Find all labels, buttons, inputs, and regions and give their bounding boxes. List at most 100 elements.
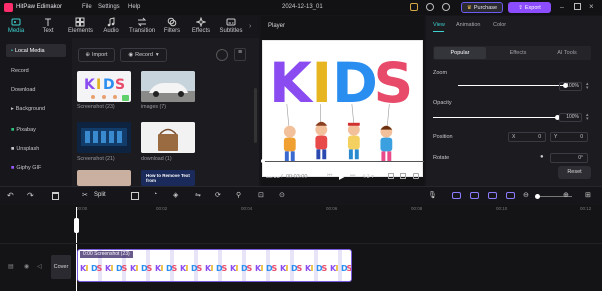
sidebar-item-record[interactable]: Record [6, 64, 66, 77]
delete-icon[interactable] [52, 192, 59, 200]
mirror-icon[interactable]: ⇋ [195, 191, 201, 199]
step-forward-icon[interactable]: ⏭ [350, 173, 355, 180]
opacity-stepper[interactable]: ▴ ▾ [586, 113, 589, 122]
tab-effects[interactable]: Effects [189, 16, 213, 38]
position-x-input[interactable]: X0 [508, 132, 546, 142]
media-scrollbar[interactable] [254, 88, 257, 143]
rotate-tool-icon[interactable]: ⟳ [215, 191, 221, 199]
ruler-label: 00:02 [156, 206, 168, 211]
subtab-popular[interactable]: Popular [434, 47, 486, 59]
media-thumb-partial[interactable]: How to Remove Text from [141, 170, 195, 186]
zoom-in-icon[interactable]: ⊕ [563, 191, 569, 199]
sidebar-item-pixabay[interactable]: ■ Pixabay [6, 123, 66, 136]
redo-icon[interactable]: ↷ [27, 191, 34, 200]
ai-tool-icon[interactable]: ⊡ [258, 191, 264, 199]
opacity-label: Opacity [433, 100, 452, 106]
microphone-icon[interactable]: 🎙 [428, 191, 437, 199]
import-button[interactable]: ⊕ Import [78, 48, 115, 62]
video-preview[interactable]: K I D S [262, 40, 423, 177]
tab-transition[interactable]: Transition [129, 16, 155, 38]
purchase-button[interactable]: ♛ Purchase [461, 2, 503, 13]
rotate-dial-icon[interactable]: ● [540, 154, 544, 160]
zoom-stepper[interactable]: ▴ ▾ [586, 82, 589, 91]
mask-icon[interactable]: ◈ [173, 191, 178, 199]
undo-icon[interactable]: ↶ [7, 191, 14, 200]
sidebar-item-local-media[interactable]: • Local Media [6, 44, 66, 57]
play-icon[interactable]: ▶ [339, 173, 344, 181]
record-button[interactable]: ◉ Record ▾ [120, 48, 167, 62]
sidebar-item-giphy[interactable]: ■ Giphy GIF [6, 161, 66, 174]
timeline-zoom-handle[interactable] [535, 194, 540, 199]
subtab-effects[interactable]: Effects [492, 47, 544, 59]
crop-tool-icon[interactable] [131, 192, 139, 200]
media-thumb-download-1[interactable] [141, 122, 195, 153]
track-audio-icon[interactable]: ◁ [37, 263, 42, 270]
media-thumb-images-7[interactable] [141, 71, 195, 102]
scissors-icon[interactable]: ✂ [82, 191, 88, 199]
player-title: Player [268, 23, 286, 29]
media-sources-sidebar: • Local Media Record Download ▸ Background… [0, 38, 72, 186]
message-icon[interactable] [426, 3, 434, 11]
opacity-value-input[interactable]: 100% [559, 113, 582, 122]
position-label: Position [433, 134, 453, 140]
maximize-icon[interactable] [574, 3, 581, 10]
video-clip[interactable]: KIDSKIDSKIDSKIDSKIDSKIDSKIDSKIDSKIDSKIDS… [77, 249, 352, 282]
sidebar-item-background[interactable]: ▸ Background [6, 102, 66, 115]
menu-settings[interactable]: Settings [98, 4, 120, 10]
speed-icon[interactable]: ◔ [153, 191, 157, 198]
fit-icon[interactable]: ⊞ [585, 191, 591, 199]
track-lock-icon[interactable]: ▤ [8, 263, 14, 270]
project-name[interactable]: 2024-12-13_01 [282, 4, 323, 10]
progress-handle[interactable] [261, 159, 265, 163]
tab-subtitles[interactable]: Subtitles [218, 16, 244, 38]
tab-view[interactable]: View [433, 22, 445, 28]
tab-animation[interactable]: Animation [456, 22, 480, 28]
track-icon[interactable] [506, 192, 515, 199]
split-label[interactable]: Split [94, 192, 106, 198]
menu-help[interactable]: Help [128, 4, 140, 10]
zoom-value-input[interactable]: 100% [559, 82, 582, 91]
record-voice-icon[interactable]: ⊙ [279, 191, 285, 199]
sort-icon[interactable]: ≡ [234, 48, 246, 61]
user-icon[interactable] [442, 3, 450, 11]
tab-audio[interactable]: Audio [99, 16, 123, 38]
magnet-icon[interactable] [488, 192, 497, 199]
stage-thumbnail-image [77, 122, 131, 153]
rotate-value-input[interactable]: 0° [550, 153, 588, 163]
link-icon[interactable] [452, 192, 461, 199]
fullscreen-icon[interactable] [413, 173, 419, 179]
tab-elements[interactable]: Elements [68, 16, 93, 38]
minimize-icon[interactable]: – [560, 4, 564, 11]
menu-file[interactable]: File [82, 4, 92, 10]
tab-media[interactable]: Media [4, 16, 28, 38]
svg-text:S: S [115, 77, 125, 93]
tab-text[interactable]: Text [36, 16, 60, 38]
snapshot-icon[interactable] [388, 173, 394, 179]
freeze-icon[interactable]: ⚲ [236, 191, 241, 199]
media-thumb-partial[interactable] [77, 170, 131, 186]
close-icon[interactable]: × [589, 2, 594, 11]
aspect-ratio-select[interactable]: 4:3 ▾ [362, 174, 374, 180]
reset-button[interactable]: Reset [558, 166, 591, 179]
track-visibility-icon[interactable]: ◉ [24, 263, 29, 270]
cover-button[interactable]: Cover [51, 255, 71, 279]
zoom-out-icon[interactable]: ⊖ [523, 191, 529, 199]
tab-filters[interactable]: Filters [160, 16, 184, 38]
playhead-handle[interactable] [74, 218, 79, 233]
step-back-icon[interactable]: ⏮ [327, 173, 332, 180]
sidebar-item-download[interactable]: Download [6, 83, 66, 96]
position-y-input[interactable]: Y0 [550, 132, 588, 142]
tab-color[interactable]: Color [493, 22, 506, 28]
sidebar-item-unsplash[interactable]: ■ Unsplash [6, 142, 66, 155]
gift-icon[interactable] [410, 3, 418, 11]
tabs-more-icon[interactable]: › [249, 23, 251, 30]
progress-track[interactable] [261, 161, 424, 162]
zoom-label: Zoom [433, 70, 448, 76]
export-button[interactable]: ⇪ Export [508, 2, 551, 13]
search-icon[interactable] [216, 49, 228, 61]
media-thumb-screenshot-21[interactable] [77, 122, 131, 153]
media-label: Screenshot (23) [77, 104, 115, 110]
subtab-ai-tools[interactable]: AI Tools [544, 47, 590, 59]
snap-icon[interactable] [470, 192, 479, 199]
crop-icon[interactable] [400, 173, 406, 179]
